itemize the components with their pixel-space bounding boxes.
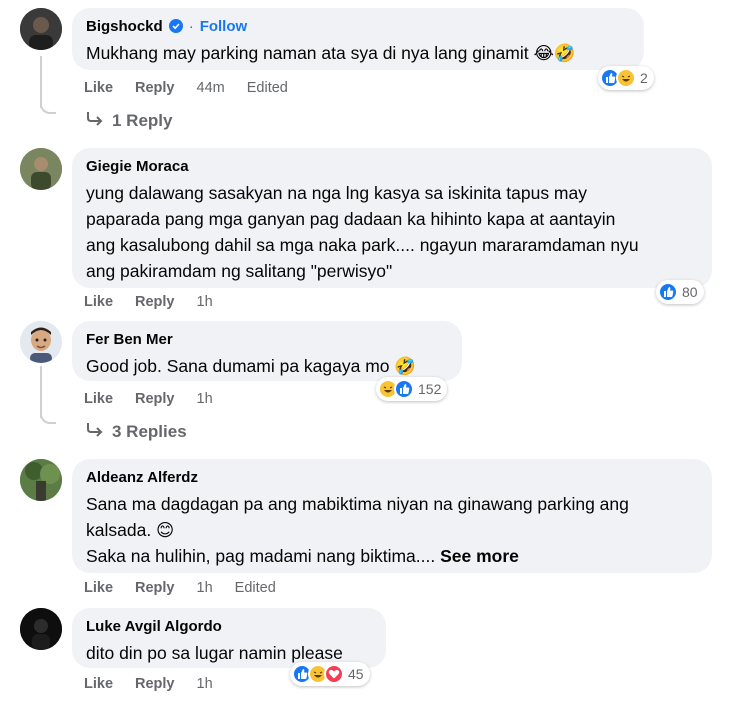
commenter-name[interactable]: Luke Avgil Algordo: [86, 618, 222, 635]
comment-text-line: ang pakiramdam ng salitang "perwisyo": [86, 261, 393, 281]
comment-text-line: Sana ma dagdagan pa ang mabiktima niyan …: [86, 494, 629, 514]
separator-dot: ·: [188, 17, 194, 35]
reaction-summary[interactable]: 45: [290, 662, 370, 686]
comment-bubble: Aldeanz Alferdz Sana ma dagdagan pa ang …: [72, 459, 712, 573]
follow-button[interactable]: Follow: [200, 18, 248, 35]
avatar[interactable]: [20, 608, 62, 650]
replies-label: 3 Replies: [112, 421, 187, 441]
reply-button[interactable]: Reply: [135, 294, 175, 310]
thumbs-up-icon: [658, 282, 678, 302]
avatar[interactable]: [20, 8, 62, 50]
avatar[interactable]: [20, 321, 62, 363]
comment-actions: Like Reply 1h Edited: [84, 578, 276, 598]
comment-bubble: Bigshockd · Follow Mukhang may parking n…: [72, 8, 644, 70]
comment-actions: Like Reply 1h: [84, 292, 213, 312]
reaction-count: 2: [640, 70, 648, 86]
edited-label[interactable]: Edited: [247, 80, 288, 96]
reply-button[interactable]: Reply: [135, 391, 175, 407]
comment-timestamp[interactable]: 1h: [197, 580, 213, 596]
commenter-name[interactable]: Bigshockd: [86, 18, 163, 35]
comment-text-line: paparada pang mga ganyan pag dadaan ka h…: [86, 209, 616, 229]
comment-bubble: Luke Avgil Algordo dito din po sa lugar …: [72, 608, 386, 668]
reaction-count: 152: [418, 381, 442, 397]
comment-actions: Like Reply 44m Edited: [84, 78, 288, 98]
comment-text: Good job. Sana dumami pa kagaya mo 🤣: [86, 356, 417, 376]
comment-actions: Like Reply 1h: [84, 389, 213, 409]
view-replies-link[interactable]: 1 Reply: [86, 110, 172, 131]
comment-text-line: kalsada. 😊: [86, 520, 175, 540]
thumbs-up-icon: [394, 379, 414, 399]
reaction-summary[interactable]: 152: [376, 377, 448, 401]
comment-text: Sana ma dagdagan pa ang mabiktima niyan …: [86, 491, 698, 569]
thread-curve: [40, 410, 56, 424]
comment-bubble: Giegie Moraca yung dalawang sasakyan na …: [72, 148, 712, 288]
comment-timestamp[interactable]: 1h: [197, 294, 213, 310]
comment-bubble: Fer Ben Mer Good job. Sana dumami pa kag…: [72, 321, 462, 381]
see-more-link[interactable]: See more: [440, 546, 519, 566]
reply-arrow-icon: [86, 421, 104, 442]
comment-actions: Like Reply 1h: [84, 674, 213, 694]
commenter-name[interactable]: Aldeanz Alferdz: [86, 469, 198, 486]
view-replies-link[interactable]: 3 Replies: [86, 421, 187, 442]
comment-text-segment: Saka na hulihin, pag madami nang biktima…: [86, 546, 436, 566]
like-button[interactable]: Like: [84, 80, 113, 96]
like-button[interactable]: Like: [84, 294, 113, 310]
edited-label[interactable]: Edited: [235, 580, 276, 596]
comment-timestamp[interactable]: 44m: [197, 80, 225, 96]
reply-button[interactable]: Reply: [135, 676, 175, 692]
reply-arrow-icon: [86, 110, 104, 131]
like-button[interactable]: Like: [84, 391, 113, 407]
reaction-count: 45: [348, 666, 364, 682]
comment-timestamp[interactable]: 1h: [197, 676, 213, 692]
comment-timestamp[interactable]: 1h: [197, 391, 213, 407]
avatar[interactable]: [20, 148, 62, 190]
replies-label: 1 Reply: [112, 110, 173, 130]
reply-button[interactable]: Reply: [135, 580, 175, 596]
thread-curve: [40, 100, 56, 114]
heart-icon: [324, 664, 344, 684]
comment-text-line: Saka na hulihin, pag madami nang biktima…: [86, 543, 698, 569]
commenter-name[interactable]: Giegie Moraca: [86, 158, 189, 175]
avatar[interactable]: [20, 459, 62, 501]
laughing-face-icon: [616, 68, 636, 88]
reaction-count: 80: [682, 284, 698, 300]
reaction-summary[interactable]: 80: [656, 280, 704, 304]
comment-text-line: yung dalawang sasakyan na nga lng kasya …: [86, 183, 587, 203]
comment-text-line: ang kasalubong dahil sa mga naka park...…: [86, 235, 639, 255]
verified-badge-icon: [168, 19, 183, 33]
reaction-summary[interactable]: 2: [598, 66, 654, 90]
reply-button[interactable]: Reply: [135, 80, 175, 96]
comment-text: yung dalawang sasakyan na nga lng kasya …: [86, 180, 698, 284]
like-button[interactable]: Like: [84, 580, 113, 596]
comment-text: Mukhang may parking naman ata sya di nya…: [86, 43, 576, 63]
commenter-name[interactable]: Fer Ben Mer: [86, 331, 173, 348]
like-button[interactable]: Like: [84, 676, 113, 692]
